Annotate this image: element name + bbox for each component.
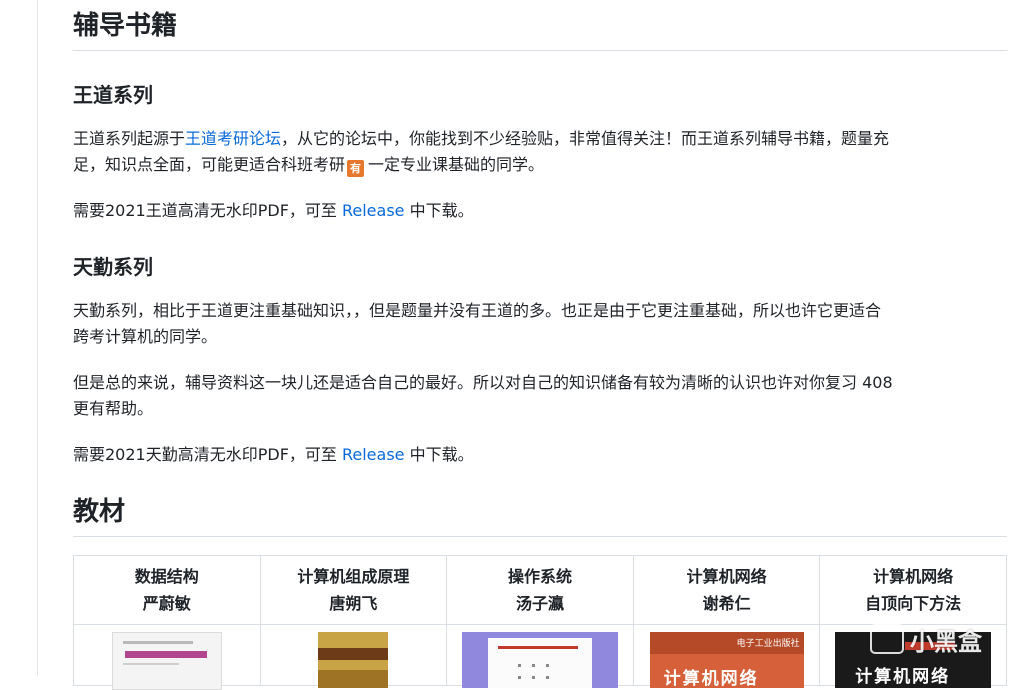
cover-publisher: 电子工业出版社: [736, 639, 800, 649]
book-cover-image[interactable]: [318, 632, 389, 688]
text: 一定专业课基础的同学。: [368, 155, 545, 174]
cover-dot: [545, 676, 549, 679]
book-cover-image[interactable]: 电子工业出版社 计算机网络: [649, 632, 804, 688]
gamepad-icon: [870, 624, 904, 654]
tianqin-paragraph-2: 但是总的来说，辅导资料这一块儿还是适合自己的最好。所以对自己的知识储备有较为清晰…: [73, 370, 1007, 422]
table-header-cell: 数据结构 严蔚敏: [73, 555, 261, 625]
text: 足，知识点全面，可能更适合科班考研: [73, 155, 346, 174]
table-header-cell: 计算机网络自顶向下方法: [819, 555, 1007, 625]
subject-label: 数据结构: [134, 567, 199, 586]
text: 需要2021王道高清无水印PDF，可至: [73, 201, 342, 220]
cover-dot: [517, 664, 521, 667]
author-label: 谢希仁: [702, 594, 751, 613]
text-line: 但是总的来说，辅导资料这一块儿还是适合自己的最好。所以对自己的知识储备有较为清晰…: [73, 373, 893, 392]
subheading-tianqin: 天勤系列: [73, 255, 153, 279]
text-line: 跨考计算机的同学。: [73, 327, 218, 346]
subject-label: 计算机组成原理: [297, 567, 410, 586]
text: 王道系列起源于: [73, 129, 186, 148]
text: 中下载。: [404, 201, 474, 220]
text: 需要2021天勤高清无水印PDF，可至: [73, 445, 342, 464]
watermark-logo: 小黑盒: [870, 620, 1020, 660]
wangdao-forum-link[interactable]: 王道考研论坛: [185, 129, 281, 148]
cover-dot: [531, 676, 535, 679]
cover-dot: [531, 664, 535, 667]
cover-line: [122, 641, 193, 644]
table-cell: [446, 624, 634, 688]
cover-line: [122, 663, 179, 665]
you-emoji-icon: 有: [347, 160, 365, 177]
cover-dot: [545, 664, 549, 667]
author-label: 自顶向下方法: [865, 594, 962, 613]
table-header-cell: 计算机网络 谢希仁: [632, 555, 821, 625]
table-header-row: 数据结构严蔚敏 计算机组成原理 唐朔飞 操作系统汤子瀛 计算机网络谢希仁 计算机网…: [73, 555, 1007, 625]
textbook-table: 数据结构 严蔚敏 计算机组成原理 唐朔飞 操作系统 汤子瀛 计算机网络 谢希仁 计算机网…: [73, 555, 1007, 690]
text-line: 更有帮助。: [73, 399, 154, 418]
watermark-text: 小黑盒: [910, 628, 982, 656]
table-header-cell: 操作系统 汤子瀛: [446, 555, 634, 625]
section-heading-textbooks: 教材: [73, 494, 1007, 537]
subject-label: 计算机网络: [686, 567, 767, 586]
cover-line: [497, 646, 578, 649]
table-cell: [259, 624, 448, 688]
tianqin-paragraph-1: 天勤系列，相比于王道更注重基础知识，，但是题量并没有王道的多。也正是由于它更注重…: [73, 298, 1007, 350]
table-cell: 电子工业出版社 计算机网络: [632, 624, 821, 688]
cover-band: [124, 651, 207, 658]
table-row: 电子工业出版社 计算机网络 计算机网络: [73, 624, 1007, 690]
cover-title: 计算机网络: [855, 667, 951, 687]
text: 中下载。: [404, 445, 474, 464]
text: ，从它的论坛中，你能找到不少经验贴，非常值得关注！而王道系列辅导书籍，题量充: [281, 129, 890, 148]
section-heading-reference-books: 辅导书籍: [73, 8, 1007, 51]
tianqin-paragraph-3: 需要2021天勤高清无水印PDF，可至 Release 中下载。: [73, 442, 474, 468]
author-label: 汤子瀛: [515, 594, 564, 613]
book-cover-image[interactable]: [461, 632, 618, 688]
cover-dot: [517, 676, 521, 679]
left-divider: [37, 0, 38, 676]
wangdao-paragraph-2: 需要2021王道高清无水印PDF，可至 Release 中下载。: [73, 198, 474, 224]
release-link-tianqin[interactable]: Release: [342, 445, 405, 464]
text-line: 天勤系列，相比于王道更注重基础知识，，但是题量并没有王道的多。也正是由于它更注重…: [73, 301, 882, 320]
author-label: 唐朔飞: [329, 594, 378, 613]
book-cover-image[interactable]: [111, 632, 222, 690]
release-link-wangdao[interactable]: Release: [342, 201, 405, 220]
cover-title: 计算机网络: [663, 669, 759, 688]
cover-page: [487, 638, 592, 688]
cover-band: [318, 648, 389, 660]
table-cell: [73, 624, 261, 690]
author-label: 严蔚敏: [142, 594, 191, 613]
subheading-wangdao: 王道系列: [73, 83, 153, 107]
subject-label: 计算机网络: [873, 567, 954, 586]
table-header-cell: 计算机组成原理 唐朔飞: [259, 555, 448, 625]
cover-band: [318, 670, 389, 688]
wangdao-paragraph-1: 王道系列起源于王道考研论坛，从它的论坛中，你能找到不少经验贴，非常值得关注！而王…: [73, 126, 1007, 178]
subject-label: 操作系统: [507, 567, 572, 586]
